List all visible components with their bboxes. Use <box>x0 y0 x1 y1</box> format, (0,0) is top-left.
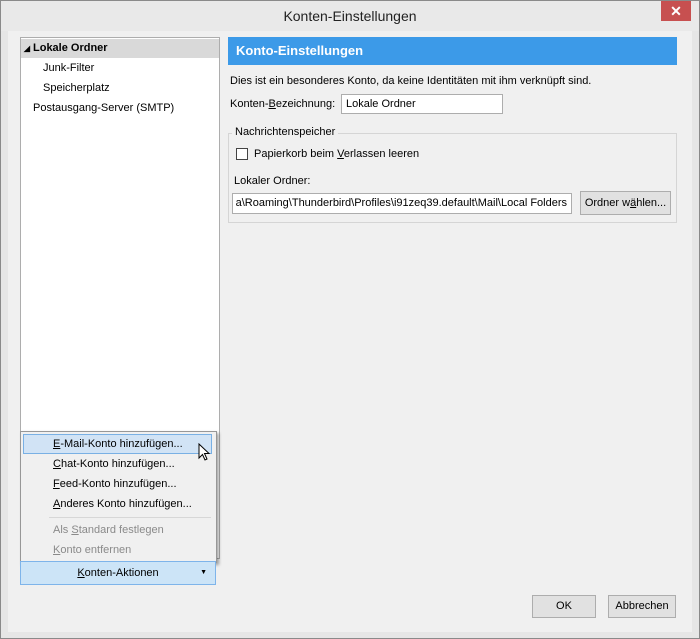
close-button[interactable]: ✕ <box>661 1 691 21</box>
window-title: Konten-Einstellungen <box>283 8 417 24</box>
choose-folder-button[interactable]: Ordner wählen... <box>580 191 671 215</box>
dialog-content: ◢ Lokale Ordner Junk-Filter Speicherplatz… <box>8 31 692 632</box>
menu-item-remove-account: Konto entfernen <box>53 544 132 556</box>
tree-item-storage[interactable]: Speicherplatz <box>21 79 219 98</box>
title-bar[interactable]: Konten-Einstellungen ✕ <box>1 1 699 31</box>
cancel-button[interactable]: Abbrechen <box>608 595 676 618</box>
account-actions-button[interactable]: Konten-Aktionen ▼ <box>20 561 216 585</box>
tree-item-label: Postausgang-Server (SMTP) <box>33 102 175 114</box>
menu-separator <box>49 517 211 518</box>
menu-item-add-mail-account[interactable]: E-Mail-Konto hinzufügen... <box>23 434 212 454</box>
info-text: Dies ist ein besonderes Konto, da keine … <box>230 75 592 87</box>
local-folder-path: a\Roaming\Thunderbird\Profiles\i91zeq39.… <box>235 197 567 209</box>
menu-item-add-chat-account[interactable]: Chat-Konto hinzufügen... <box>21 454 214 474</box>
mouse-cursor-icon <box>198 443 211 461</box>
panel-header: Konto-Einstellungen <box>228 37 677 65</box>
tree-item-label: Lokale Ordner <box>33 42 108 54</box>
tree-item-junk-filter[interactable]: Junk-Filter <box>21 59 219 78</box>
tree-item-smtp[interactable]: Postausgang-Server (SMTP) <box>21 99 219 118</box>
menu-item-set-default: Als Standard festlegen <box>53 524 164 536</box>
close-icon: ✕ <box>670 3 682 19</box>
account-name-label: Konten-Bezeichnung: <box>230 98 336 110</box>
local-folder-input[interactable]: a\Roaming\Thunderbird\Profiles\i91zeq39.… <box>232 193 572 214</box>
dropdown-arrow-icon: ▼ <box>200 569 207 576</box>
storage-legend: Nachrichtenspeicher <box>232 126 339 138</box>
dialog-window: Konten-Einstellungen ✕ ◢ Lokale Ordner Ju… <box>0 0 700 639</box>
tree-item-label: Speicherplatz <box>43 82 110 94</box>
menu-item-add-other-account[interactable]: Anderes Konto hinzufügen... <box>21 494 214 514</box>
ok-button[interactable]: OK <box>532 595 596 618</box>
expand-arrow-icon[interactable]: ◢ <box>21 39 33 58</box>
local-folder-label: Lokaler Ordner: <box>234 175 311 187</box>
empty-trash-label[interactable]: Papierkorb beim Verlassen leeren <box>254 148 419 160</box>
tree-item-label: Junk-Filter <box>43 62 95 74</box>
empty-trash-checkbox[interactable] <box>236 148 248 160</box>
tree-item-local-folders[interactable]: ◢ Lokale Ordner <box>21 39 219 58</box>
account-actions-menu: E-Mail-Konto hinzufügen... Chat-Konto hi… <box>20 431 217 563</box>
account-name-input[interactable]: Lokale Ordner <box>341 94 503 114</box>
menu-item-add-feed-account[interactable]: Feed-Konto hinzufügen... <box>21 474 214 494</box>
